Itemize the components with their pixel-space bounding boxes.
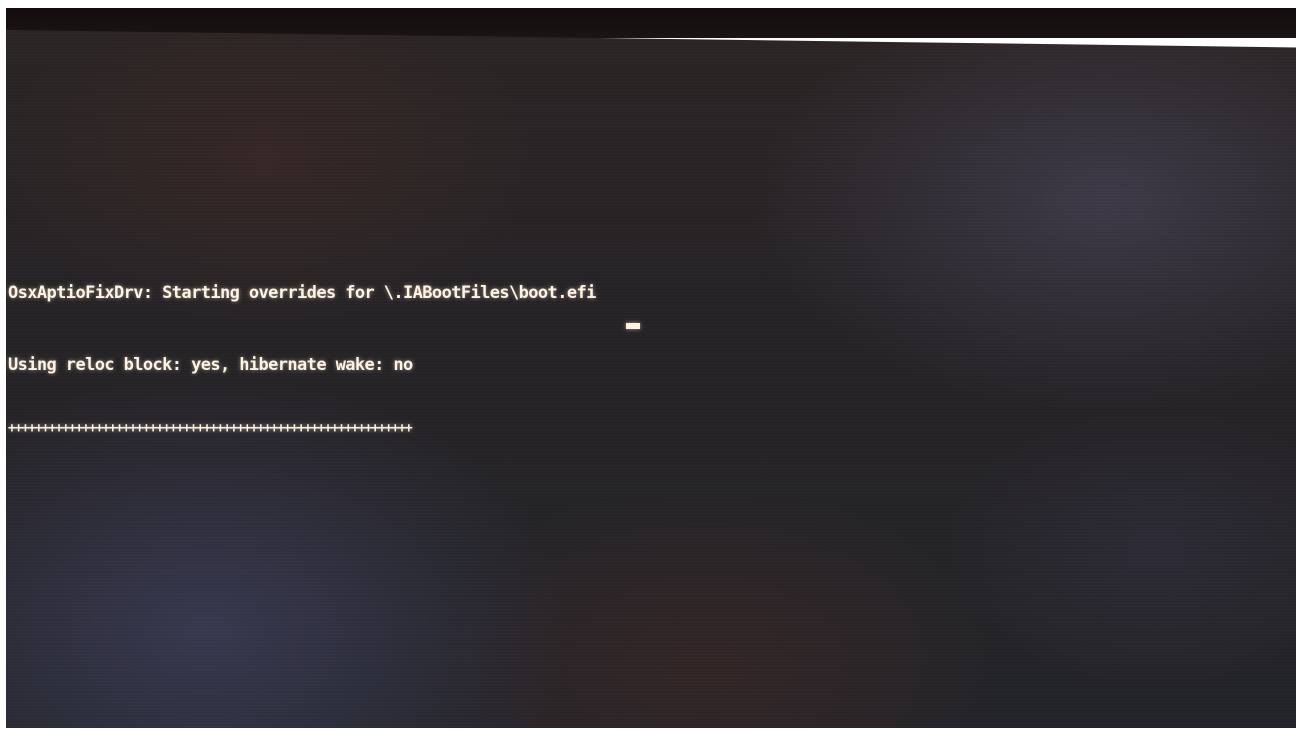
text-cursor: [626, 323, 640, 329]
boot-console-output: OsxAptioFixDrv: Starting overrides for \…: [8, 233, 708, 485]
console-line-overrides: OsxAptioFixDrv: Starting overrides for \…: [8, 283, 596, 303]
console-line-reloc-block: Using reloc block: yes, hibernate wake: …: [8, 355, 413, 375]
photo-frame: OsxAptioFixDrv: Starting overrides for \…: [0, 0, 1299, 732]
boot-progress-indicator: ++++++++++++++++++++++++++++++++++++++++…: [8, 421, 413, 436]
